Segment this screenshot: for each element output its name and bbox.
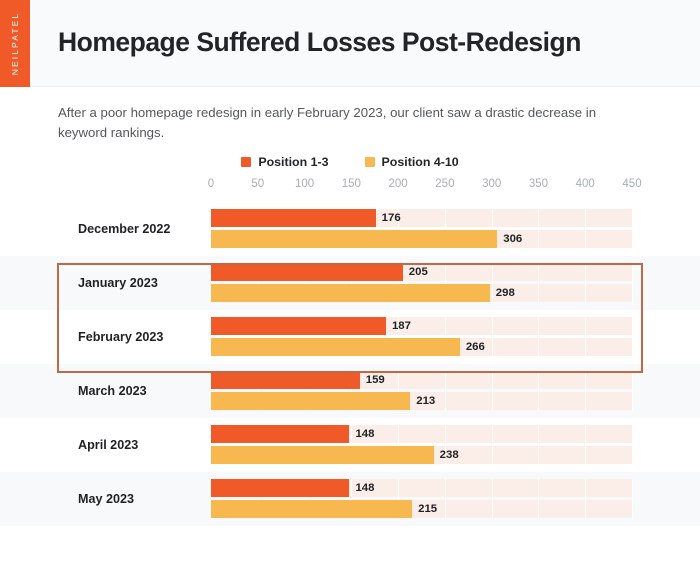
gridline: [632, 479, 633, 519]
gridline: [632, 209, 633, 249]
x-axis-tick-label: 400: [575, 178, 595, 190]
chart-legend: Position 1-3 Position 4-10: [0, 155, 700, 169]
x-axis: 0 50 100 150 200 250 300 350 400 450: [0, 178, 700, 200]
bar-value-label: 306: [503, 233, 523, 245]
bar-value-label: 187: [391, 320, 411, 332]
x-axis-tick-label: 0: [207, 178, 215, 190]
row-category-label: January 2023: [78, 276, 158, 290]
gridline: [632, 425, 633, 465]
bar-value-label: 298: [495, 287, 515, 299]
x-axis-tick-label: 50: [251, 178, 265, 190]
chart-row: March 2023 159 213: [0, 364, 700, 418]
brand-label: NEILPATEL: [10, 11, 20, 76]
bar-position-4-10[interactable]: [211, 338, 460, 356]
row-bars: 176 306: [211, 209, 633, 249]
x-axis-tick-label: 450: [622, 178, 642, 190]
bar-value-label: 205: [408, 266, 428, 278]
chart-row: February 2023 187 266: [0, 310, 700, 364]
bar-position-4-10[interactable]: [211, 230, 498, 248]
bar-position-1-3[interactable]: [211, 209, 376, 227]
gridline: [632, 317, 633, 357]
bar-position-4-10[interactable]: [211, 500, 413, 518]
bar-chart: 0 50 100 150 200 250 300 350 400 450 December 202…: [0, 178, 700, 538]
square-swatch-icon: [241, 157, 252, 167]
legend-label: Position 4-10: [381, 155, 459, 169]
bar-position-4-10[interactable]: [211, 446, 434, 464]
bar-value-label: 159: [365, 374, 385, 386]
x-axis-tick-label: 200: [388, 178, 408, 190]
bar-value-label: 266: [465, 341, 485, 353]
legend-item[interactable]: Position 1-3: [241, 155, 329, 169]
row-bars: 159 213: [211, 371, 633, 411]
row-category-label: December 2022: [78, 222, 171, 236]
row-bars: 205 298: [211, 263, 633, 303]
bar-value-label: 176: [381, 212, 401, 224]
x-axis-tick-label: 250: [435, 178, 455, 190]
bar-value-label: 213: [416, 395, 436, 407]
page-title: Homepage Suffered Losses Post-Redesign: [58, 27, 581, 57]
chart-row: December 2022 176 306: [0, 202, 700, 256]
row-category-label: May 2023: [78, 492, 135, 506]
x-axis-tick-label: 350: [528, 178, 549, 190]
bar-value-label: 215: [418, 503, 438, 515]
header-band: NEILPATEL Homepage Suffered Losses Post-…: [0, 0, 700, 87]
row-bars: 148 215: [211, 479, 633, 519]
bar-position-4-10[interactable]: [211, 284, 490, 302]
row-category-label: February 2023: [78, 330, 164, 344]
bar-position-1-3[interactable]: [211, 371, 360, 389]
legend-label: Position 1-3: [258, 155, 329, 169]
row-category-label: March 2023: [78, 384, 147, 398]
x-axis-tick-label: 300: [482, 178, 502, 190]
x-axis-tick-label: 150: [341, 178, 361, 190]
row-bars: 148 238: [211, 425, 633, 465]
gridline: [632, 263, 633, 303]
row-category-label: April 2023: [78, 438, 139, 452]
legend-item[interactable]: Position 4-10: [364, 155, 459, 169]
brand-logo-bar: NEILPATEL: [0, 0, 30, 87]
bar-position-1-3[interactable]: [211, 263, 403, 281]
chart-rows: December 2022 176 306 January 2023 205 298 Feb…: [0, 202, 700, 526]
bar-value-label: 238: [439, 449, 459, 461]
bar-position-1-3[interactable]: [211, 479, 350, 497]
bar-value-label: 148: [355, 428, 375, 440]
chart-row: April 2023 148 238: [0, 418, 700, 472]
chart-row: May 2023 148 215: [0, 472, 700, 526]
square-swatch-icon: [364, 157, 375, 167]
bar-position-4-10[interactable]: [211, 392, 411, 410]
gridline: [632, 371, 633, 411]
row-bars: 187 266: [211, 317, 633, 357]
bar-position-1-3[interactable]: [211, 425, 350, 443]
chart-row: January 2023 205 298: [0, 256, 700, 310]
bar-position-1-3[interactable]: [211, 317, 386, 335]
bar-value-label: 148: [355, 482, 375, 494]
x-axis-tick-label: 100: [294, 178, 315, 190]
subtitle-text: After a poor homepage redesign in early …: [58, 105, 597, 140]
